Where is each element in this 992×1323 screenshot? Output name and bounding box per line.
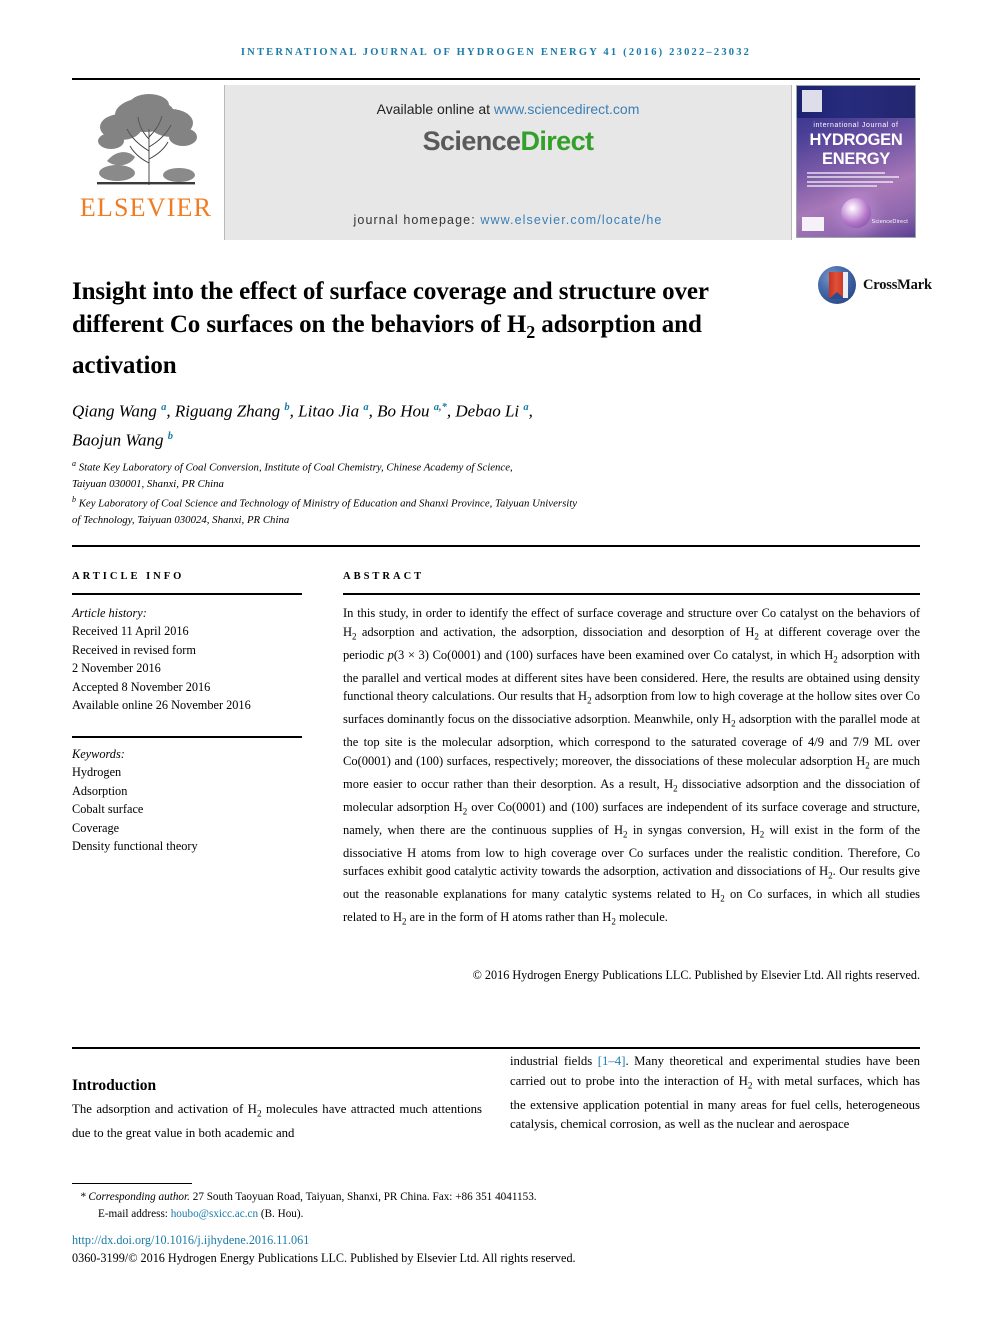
journal-homepage-link[interactable]: www.elsevier.com/locate/he bbox=[480, 213, 662, 227]
footnote-block: * Corresponding author. 27 South Taoyuan… bbox=[72, 1189, 862, 1222]
abstract-copyright: © 2016 Hydrogen Energy Publications LLC.… bbox=[472, 968, 920, 982]
history-item-1: Received in revised form bbox=[72, 642, 196, 657]
abstract-divider bbox=[343, 593, 920, 595]
email-link[interactable]: houbo@sxicc.ac.cn bbox=[171, 1208, 258, 1220]
sciencedirect-logo[interactable]: ScienceDirect bbox=[423, 126, 594, 157]
email-note: E-mail address: houbo@sxicc.ac.cn (B. Ho… bbox=[72, 1206, 862, 1223]
journal-homepage-line: journal homepage: www.elsevier.com/locat… bbox=[225, 213, 791, 227]
history-item-2: 2 November 2016 bbox=[72, 661, 161, 676]
elsevier-logo: ELSEVIER bbox=[72, 85, 220, 240]
journal-homepage-prefix: journal homepage: bbox=[353, 213, 481, 227]
sciencedirect-banner: Available online at www.sciencedirect.co… bbox=[224, 85, 792, 240]
citation-link-1-4[interactable]: [1–4] bbox=[598, 1054, 626, 1068]
cover-footer: ScienceDirect bbox=[802, 217, 910, 233]
article-first-page: International Journal of Hydrogen Energy… bbox=[0, 0, 992, 1323]
email-label: E-mail address: bbox=[98, 1207, 171, 1220]
keyword-3: Coverage bbox=[72, 820, 120, 835]
keyword-2: Cobalt surface bbox=[72, 802, 144, 817]
sciencedirect-url-link[interactable]: www.sciencedirect.com bbox=[494, 101, 640, 117]
available-online-line: Available online at www.sciencedirect.co… bbox=[377, 101, 640, 117]
doi-link[interactable]: http://dx.doi.org/10.1016/j.ijhydene.201… bbox=[72, 1233, 309, 1248]
history-item-3: Accepted 8 November 2016 bbox=[72, 679, 211, 694]
body-section-divider bbox=[72, 1047, 920, 1049]
journal-cover-thumbnail[interactable]: international Journal of HYDROGEN ENERGY… bbox=[796, 85, 920, 240]
keyword-1: Adsorption bbox=[72, 783, 128, 798]
article-history-block: Article history: Received 11 April 2016 … bbox=[72, 604, 307, 714]
section-heading-introduction: Introduction bbox=[72, 1076, 157, 1094]
journal-running-head: International Journal of Hydrogen Energy… bbox=[240, 47, 752, 58]
corresponding-author-label: * Corresponding author. bbox=[80, 1191, 190, 1203]
masthead: ELSEVIER Available online at www.science… bbox=[72, 85, 920, 240]
header-divider bbox=[72, 78, 920, 80]
keywords-block: Keywords: Hydrogen Adsorption Cobalt sur… bbox=[72, 745, 307, 855]
abstract-label: ABSTRACT bbox=[343, 571, 425, 582]
available-online-prefix: Available online at bbox=[376, 101, 494, 117]
article-info-divider bbox=[72, 593, 302, 595]
elsevier-tree-icon bbox=[97, 94, 197, 185]
corresponding-author-address: 27 South Taoyuan Road, Taiyuan, Shanxi, … bbox=[189, 1191, 537, 1203]
article-history-title: Article history: bbox=[72, 606, 147, 620]
history-item-0: Received 11 April 2016 bbox=[72, 624, 189, 639]
keywords-title: Keywords: bbox=[72, 747, 125, 761]
crossmark-label: CrossMark bbox=[863, 276, 932, 293]
body-column-left: The adsorption and activation of H2 mole… bbox=[72, 1102, 482, 1141]
body-column-right: industrial fields [1–4]. Many theoretica… bbox=[510, 1054, 921, 1132]
crossmark-page-shape bbox=[843, 272, 848, 298]
abstract-text: In this study, in order to identify the … bbox=[343, 606, 921, 927]
cover-editors-block bbox=[807, 172, 907, 198]
affiliation-list: a State Key Laboratory of Coal Conversio… bbox=[72, 456, 862, 528]
crossmark-badge[interactable]: CrossMark bbox=[818, 262, 932, 308]
footnote-divider bbox=[72, 1183, 192, 1185]
cover-ihe-mark bbox=[802, 217, 824, 231]
sciencedirect-logo-science: Science bbox=[422, 126, 521, 156]
page-title: Insight into the effect of surface cover… bbox=[72, 277, 709, 379]
keyword-0: Hydrogen bbox=[72, 765, 122, 780]
affiliation-a: a State Key Laboratory of Coal Conversio… bbox=[72, 459, 513, 490]
cover-subtitle: international Journal of bbox=[813, 122, 899, 129]
cover-title-line-1: HYDROGEN bbox=[809, 131, 903, 149]
issn-copyright-line: 0360-3199/© 2016 Hydrogen Energy Publica… bbox=[72, 1251, 576, 1265]
keyword-4: Density functional theory bbox=[72, 839, 198, 854]
body-right-prefix: industrial fields bbox=[510, 1054, 598, 1068]
corresponding-author-note: * Corresponding author. 27 South Taoyuan… bbox=[72, 1189, 862, 1206]
elsevier-wordmark: ELSEVIER bbox=[79, 193, 213, 222]
history-item-4: Available online 26 November 2016 bbox=[72, 698, 251, 713]
author-list: Qiang Wang a, Riguang Zhang b, Litao Jia… bbox=[72, 401, 533, 450]
journal-cover-image: international Journal of HYDROGEN ENERGY… bbox=[796, 85, 916, 238]
cover-elsevier-mark bbox=[802, 90, 822, 112]
info-section-top-divider bbox=[72, 545, 920, 547]
sciencedirect-logo-direct: Direct bbox=[520, 126, 594, 156]
crossmark-icon bbox=[818, 266, 856, 304]
affiliation-b: b Key Laboratory of Coal Science and Tec… bbox=[72, 495, 578, 526]
keywords-divider bbox=[72, 736, 302, 738]
cover-title-line-2: ENERGY bbox=[822, 150, 890, 168]
article-info-label: ARTICLE INFO bbox=[72, 571, 185, 582]
email-owner: (B. Hou). bbox=[258, 1207, 304, 1220]
cover-sciencedirect-label: ScienceDirect bbox=[871, 219, 908, 225]
